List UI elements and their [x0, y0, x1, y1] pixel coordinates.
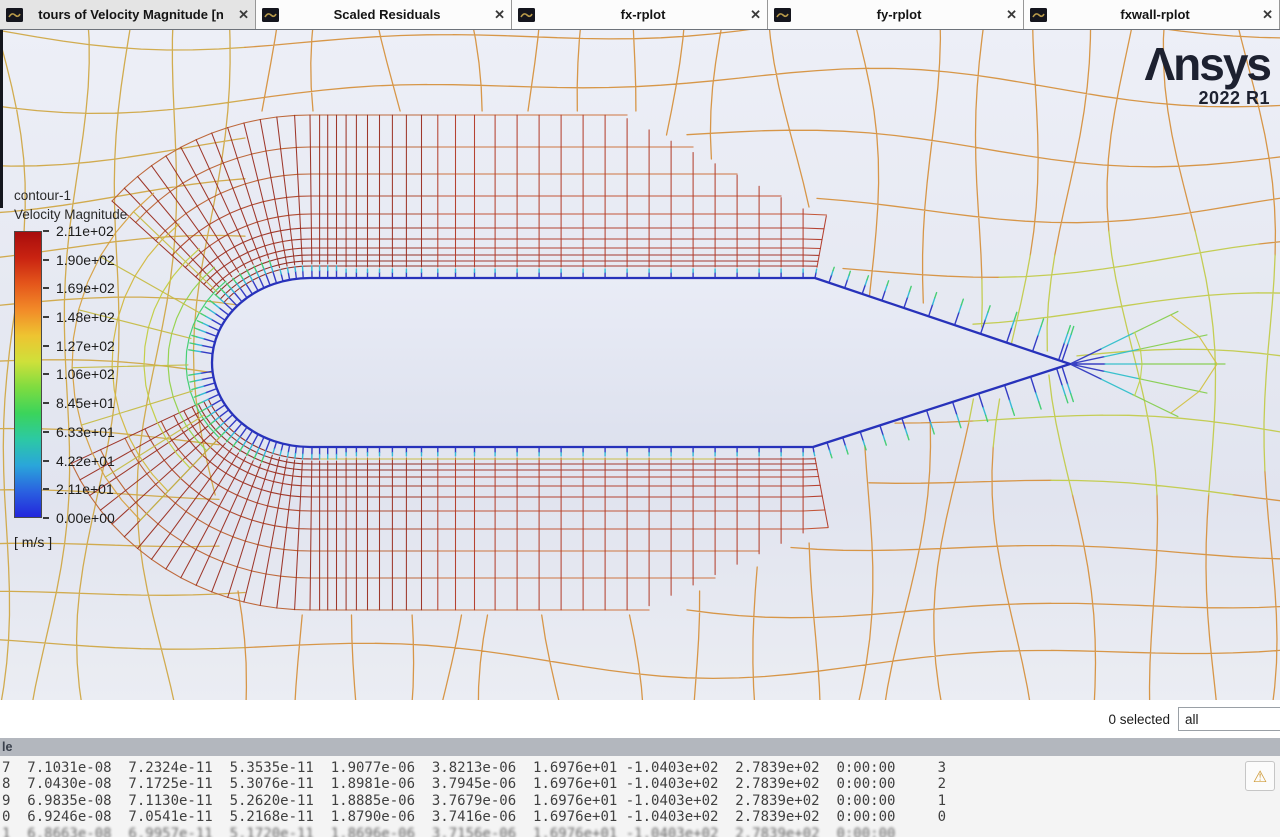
plot-thumbnail-icon	[6, 7, 23, 22]
graphics-viewport: Λnsys 2022 R1 contour-1 Velocity Magnitu…	[0, 30, 1280, 700]
legend-tick-label: 2.11e+01	[43, 481, 115, 497]
legend-tick-label: 0.00e+00	[43, 510, 115, 526]
legend-name: contour-1	[14, 188, 72, 203]
legend-tick-mark	[43, 430, 49, 433]
legend-tick-mark	[43, 402, 49, 405]
selected-count-label: 0 selected	[1108, 711, 1170, 727]
plot-thumbnail-icon	[262, 7, 279, 22]
warning-button[interactable]: ⚠	[1245, 761, 1275, 791]
legend-tick-mark	[43, 488, 49, 491]
plot-thumbnail-icon	[774, 7, 791, 22]
tab-label: fy-rplot	[876, 7, 922, 22]
colorbar-labels: 2.11e+02 1.90e+02 1.69e+02 1.48e+02 1.27…	[43, 223, 115, 526]
legend-tick-mark	[43, 316, 49, 319]
tab-close-icon[interactable]: ✕	[1006, 7, 1017, 23]
legend-tick-mark	[43, 373, 49, 376]
tab-label: Scaled Residuals	[333, 7, 441, 22]
graphics-tab-bar: tours of Velocity Magnitude [n ✕ Scaled …	[0, 0, 1280, 30]
legend-tick-mark	[43, 287, 49, 290]
legend-tick-mark	[43, 230, 49, 232]
console-row: 0 6.9246e-08 7.0541e-11 5.2168e-11 1.879…	[2, 809, 947, 826]
graphics-tab[interactable]: tours of Velocity Magnitude [n ✕	[0, 0, 256, 29]
console-output[interactable]: 7 7.1031e-08 7.2324e-11 5.3535e-11 1.907…	[0, 756, 1280, 837]
tab-label: tours of Velocity Magnitude [n	[38, 7, 224, 22]
tab-close-icon[interactable]: ✕	[1262, 7, 1273, 23]
legend-tick-label: 8.45e+01	[43, 395, 115, 411]
plot-thumbnail-icon	[1030, 7, 1047, 22]
legend-tick-mark	[43, 459, 49, 462]
legend-tick-mark	[43, 516, 49, 519]
legend-tick-label: 1.06e+02	[43, 366, 115, 382]
legend-field: Velocity Magnitude	[14, 207, 128, 222]
graphics-tab[interactable]: fy-rplot ✕	[768, 0, 1024, 29]
legend-unit: [ m/s ]	[14, 534, 53, 550]
legend-tick-label: 1.48e+02	[43, 309, 115, 325]
filter-dropdown[interactable]: all	[1178, 707, 1280, 731]
legend-tick-label: 2.11e+02	[43, 223, 115, 239]
tab-label: fxwall-rplot	[1120, 7, 1190, 22]
fluent-window: tours of Velocity Magnitude [n ✕ Scaled …	[0, 0, 1280, 837]
legend-tick-mark	[43, 258, 49, 261]
console-row: 9 6.9835e-08 7.1130e-11 5.2620e-11 1.888…	[2, 792, 947, 809]
legend-tick-label: 6.33e+01	[43, 424, 115, 440]
graphics-tab[interactable]: fxwall-rplot ✕	[1024, 0, 1280, 29]
console-row: 7 7.1031e-08 7.2324e-11 5.3535e-11 1.907…	[2, 760, 947, 776]
legend-tick-label: 1.90e+02	[43, 252, 115, 268]
graphics-tab[interactable]: Scaled Residuals ✕	[256, 0, 512, 29]
legend-tick-mark	[43, 344, 49, 347]
colorbar	[14, 231, 42, 518]
ansys-logo: Λnsys 2022 R1	[1144, 38, 1272, 109]
legend-tick-label: 1.27e+02	[43, 338, 115, 354]
mesh-canvas[interactable]	[0, 30, 1280, 700]
tab-close-icon[interactable]: ✕	[238, 7, 249, 23]
console-row: 8 7.0430e-08 7.1725e-11 5.3076e-11 1.898…	[2, 776, 947, 793]
tab-close-icon[interactable]: ✕	[750, 7, 761, 23]
selection-status-row: 0 selected all	[0, 700, 1280, 738]
left-edge-sliver	[0, 30, 3, 208]
contour-legend: contour-1 Velocity Magnitude 2.11e+02 1.…	[14, 186, 127, 550]
legend-tick-label: 1.69e+02	[43, 280, 115, 296]
legend-tick-label: 4.22e+01	[43, 453, 115, 469]
ansys-version: 2022 R1	[1198, 88, 1270, 108]
tab-label: fx-rplot	[620, 7, 666, 22]
console-header-bar: le	[0, 738, 1280, 756]
tab-close-icon[interactable]: ✕	[494, 7, 505, 23]
console-row-partial: 1 6.8663e-08 6.9957e-11 5.1720e-11 1.869…	[2, 825, 896, 837]
ansys-wordmark: Λnsys	[1144, 38, 1272, 90]
plot-thumbnail-icon	[518, 7, 535, 22]
graphics-tab[interactable]: fx-rplot ✕	[512, 0, 768, 29]
console-header-label: le	[2, 740, 13, 754]
